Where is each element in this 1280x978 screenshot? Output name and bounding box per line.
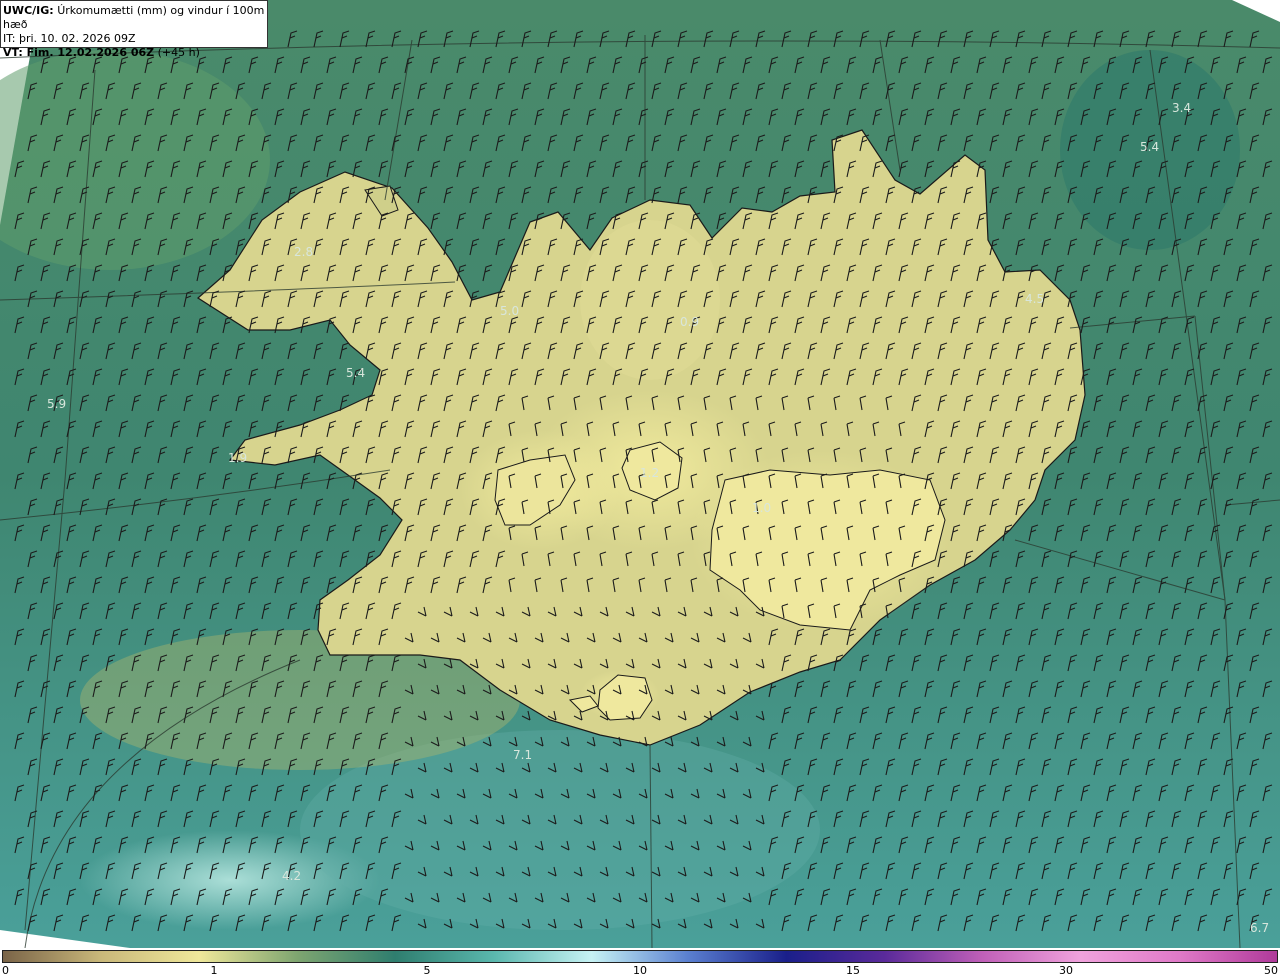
colorbar-tick: 50 — [1264, 964, 1278, 977]
label-value: 1.9 — [228, 451, 247, 465]
label-value: 0.9 — [680, 315, 699, 329]
label-value: 1.0 — [752, 501, 771, 515]
label-value: 1.2 — [640, 466, 659, 480]
label-value: 7.1 — [513, 748, 532, 762]
colorbar-tick: 1 — [210, 964, 218, 977]
issue-time: IT: þri. 10. 02. 2026 09Z — [3, 32, 136, 45]
label-value: 4.2 — [282, 869, 301, 883]
label-value: 3.4 — [1172, 101, 1191, 115]
map-info-box: UWC/IG: Úrkomumætti (mm) og vindur í 100… — [0, 0, 268, 59]
valid-time-line: VT: Fim. 12.02.2026 06Z (+45 h) — [3, 46, 267, 60]
title-line: UWC/IG: Úrkomumætti (mm) og vindur í 100… — [3, 4, 267, 32]
product-code: UWC/IG: — [3, 4, 54, 17]
colorbar-tick: 15 — [846, 964, 860, 977]
colorbar-tick: 10 — [633, 964, 647, 977]
colorbar: 0 1 5 10 15 30 50 — [0, 948, 1280, 978]
colorbar-tick: 0 — [2, 964, 9, 977]
label-value: 5.4 — [1140, 140, 1159, 154]
label-value: 5.9 — [47, 397, 66, 411]
valid-time: VT: Fim. 12.02.2026 06Z — [3, 46, 155, 59]
colorbar-strip — [2, 950, 1278, 963]
label-value: 2.8 — [294, 245, 313, 259]
label-value: 6.7 — [1250, 921, 1269, 935]
label-value: 5.4 — [346, 366, 365, 380]
label-value: 5.0 — [500, 304, 519, 318]
colorbar-tick: 5 — [423, 964, 431, 977]
lead-time: (+45 h) — [157, 46, 200, 59]
colorbar-tick: 30 — [1059, 964, 1073, 977]
precipitation-wind-map: 3.4 5.4 2.8 5.0 4.5 5.4 5.9 1.9 0.9 1.0 … — [0, 0, 1280, 948]
label-value: 4.5 — [1025, 292, 1044, 306]
